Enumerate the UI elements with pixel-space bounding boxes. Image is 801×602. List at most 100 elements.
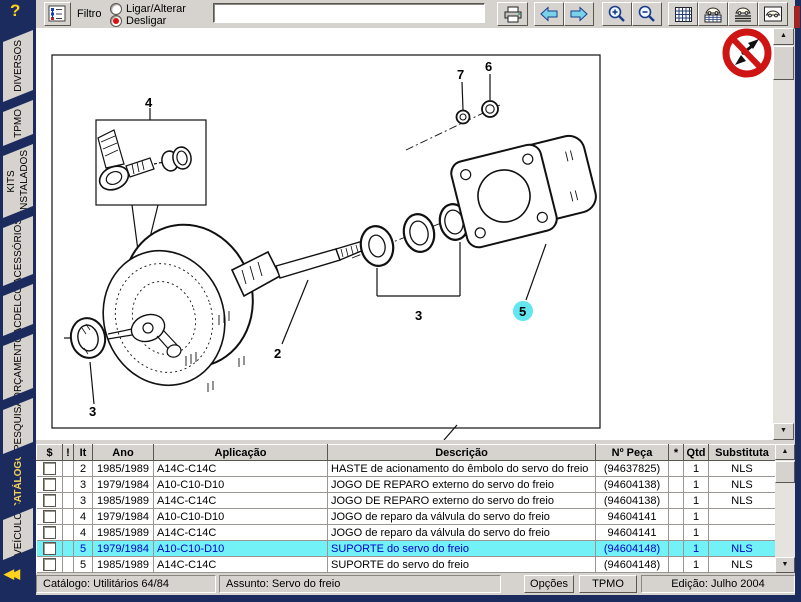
table-row[interactable]: 51979/1984A10-C10-D10SUPORTE do servo do… [37,541,776,557]
zoom-in-button[interactable] [602,2,632,26]
radio-unselected-icon [110,3,122,15]
table-row[interactable]: 41979/1984A10-C10-D10JOGO de reparo da v… [37,509,776,525]
row-select-cell[interactable] [37,509,63,525]
scroll-thumb[interactable] [773,46,794,80]
car-over-lines-icon [733,5,753,23]
col-item[interactable]: It [74,445,93,461]
table-cell: 1979/1984 [93,541,154,557]
table-row[interactable]: 41985/1989A14C-C14CJOGO de reparo da vál… [37,525,776,541]
row-select-cell[interactable] [37,493,63,509]
table-cell: A14C-C14C [154,557,328,573]
table-scroll-thumb[interactable] [775,461,795,483]
table-cell: NLS [709,541,776,557]
row-select-cell[interactable] [37,525,63,541]
table-cell [709,525,776,541]
sidebar-item-acessorios[interactable]: ACESSÓRIOS [3,216,33,286]
scroll-up-button[interactable]: ▲ [773,28,794,45]
table-vertical-scrollbar[interactable]: ▲ ▼ [775,444,795,573]
table-cell: JOGO de reparo da válvula do servo do fr… [328,509,596,525]
table-cell: NLS [709,557,776,573]
table-cell: 1 [684,557,709,573]
filter-radio-desligar[interactable]: Desligar [110,15,166,27]
table-cell: 1 [684,509,709,525]
col-qtd[interactable]: Qtd [684,445,709,461]
grid-view-button[interactable] [668,2,698,26]
table-scroll-up-button[interactable]: ▲ [775,444,795,460]
table-row[interactable]: 31985/1989A14C-C14CJOGO DE REPARO extern… [37,493,776,509]
vehicle-table-button[interactable] [698,2,728,26]
vehicle-button[interactable] [758,2,788,26]
back-button[interactable] [534,2,564,26]
col-dollar[interactable]: $ [37,445,63,461]
diagram-vertical-scrollbar[interactable]: ▲ ▼ [773,28,794,440]
car-icon [763,5,783,23]
row-select-cell[interactable] [37,477,63,493]
scroll-down-button[interactable]: ▼ [773,423,794,440]
right-frame [795,0,801,602]
no-interchange-sign [721,27,773,79]
callout-2: 2 [274,346,281,361]
row-select-cell[interactable] [37,557,63,573]
row-checkbox[interactable] [43,494,56,507]
callout-5[interactable]: 5 [519,304,526,319]
vehicle-list-button[interactable] [728,2,758,26]
table-cell [669,557,684,573]
row-checkbox[interactable] [43,542,56,555]
table-cell [63,509,74,525]
table-cell: (94604138) [596,477,669,493]
table-scroll-down-button[interactable]: ▼ [775,557,795,573]
table-cell: A14C-C14C [154,461,328,477]
table-cell: (94604148) [596,541,669,557]
sidebar-item-diversos[interactable]: DIVERSOS [3,30,33,102]
forward-button[interactable] [564,2,594,26]
print-icon [503,6,523,23]
col-alert[interactable]: ! [63,445,74,461]
table-cell [63,541,74,557]
filter-radio-ligar[interactable]: Ligar/Alterar [110,3,186,15]
row-select-cell[interactable] [37,461,63,477]
table-cell: 1979/1984 [93,509,154,525]
zoom-out-button[interactable] [632,2,662,26]
table-cell: JOGO DE REPARO externo do servo do freio [328,477,596,493]
radio-selected-icon [110,15,122,27]
table-cell [709,509,776,525]
table-cell: (94637825) [596,461,669,477]
sidebar-item-kits-instalados[interactable]: KITS INSTALADOS [3,144,33,218]
tpmo-button[interactable]: TPMO [579,575,637,593]
row-checkbox[interactable] [43,558,56,571]
grid-icon [674,6,693,23]
filter-input[interactable] [213,3,485,23]
table-header-row: $ ! It Ano Aplicação Descrição Nº Peça *… [37,445,776,461]
table-cell [669,461,684,477]
prohibited-icon [721,27,773,79]
row-checkbox[interactable] [43,478,56,491]
col-substituta[interactable]: Substituta [709,445,776,461]
col-descricao[interactable]: Descrição [328,445,596,461]
help-icon[interactable]: ? [10,1,20,21]
callout-3-seal: 3 [89,404,96,419]
table-cell: NLS [709,461,776,477]
collapse-sidebar-arrows[interactable]: ◀◀ [4,566,16,582]
table-cell [669,477,684,493]
table-cell [63,493,74,509]
options-button[interactable]: Opções [524,575,574,593]
table-row[interactable]: 51985/1989A14C-C14CSUPORTE do servo do f… [37,557,776,573]
table-cell: A10-C10-D10 [154,477,328,493]
row-select-cell[interactable] [37,541,63,557]
row-checkbox[interactable] [43,510,56,523]
catalog-index-button[interactable] [44,2,71,26]
parts-tbody: 21985/1989A14C-C14CHASTE de acionamento … [37,461,776,573]
table-cell: 1985/1989 [93,557,154,573]
row-checkbox[interactable] [43,526,56,539]
col-aplicacao[interactable]: Aplicação [154,445,328,461]
table-row[interactable]: 21985/1989A14C-C14CHASTE de acionamento … [37,461,776,477]
col-peca[interactable]: Nº Peça [596,445,669,461]
table-row[interactable]: 31979/1984A10-C10-D10JOGO DE REPARO exte… [37,477,776,493]
table-cell: 94604141 [596,525,669,541]
print-button[interactable] [497,2,528,26]
table-cell [669,525,684,541]
col-star[interactable]: * [669,445,684,461]
zoom-in-icon [608,5,626,23]
row-checkbox[interactable] [43,462,56,475]
col-ano[interactable]: Ano [93,445,154,461]
